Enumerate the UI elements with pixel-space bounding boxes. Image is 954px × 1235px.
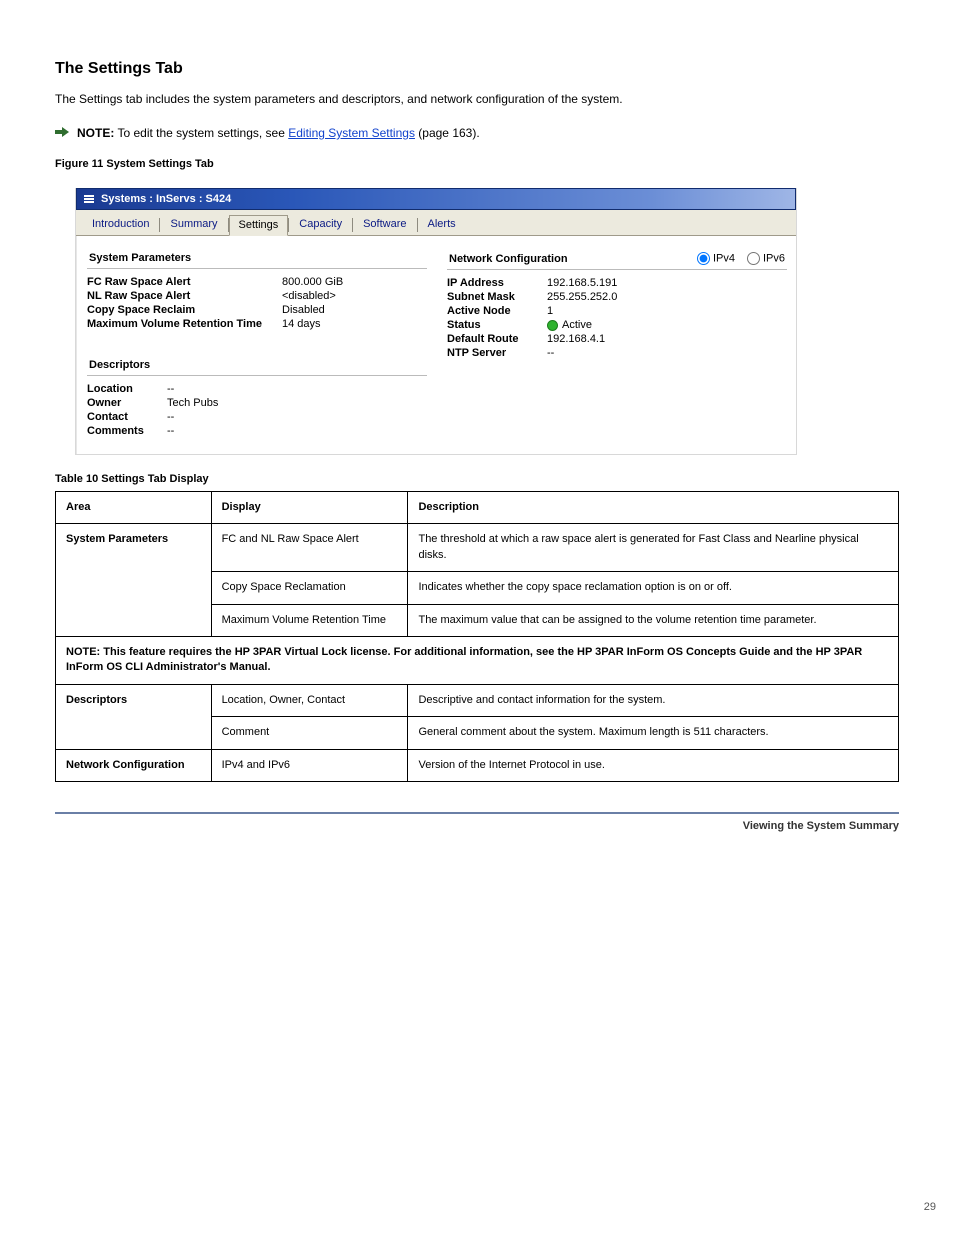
net-value: -- <box>547 347 554 359</box>
radio-ipv4-label: IPv4 <box>713 252 735 264</box>
sysparam-value: <disabled> <box>282 290 336 302</box>
descriptor-label: Comments <box>87 425 167 437</box>
descriptor-label: Contact <box>87 411 167 423</box>
note-text-pre: To edit the system settings, see <box>117 126 288 140</box>
tab-alerts[interactable]: Alerts <box>418 214 466 235</box>
arrow-right-icon <box>55 125 69 139</box>
net-value: 192.168.4.1 <box>547 333 605 345</box>
descriptor-label: Location <box>87 383 167 395</box>
descriptor-value: -- <box>167 425 174 437</box>
tab-capacity[interactable]: Capacity <box>289 214 352 235</box>
table-area: System Parameters <box>56 524 212 637</box>
note-line: NOTE: To edit the system settings, see E… <box>55 124 899 142</box>
table-display: IPv4 and IPv6 <box>211 749 408 781</box>
page-number: 29 <box>924 1201 936 1213</box>
net-label: IP Address <box>447 277 547 289</box>
net-value: 192.168.5.191 <box>547 277 617 289</box>
net-label: Status <box>447 319 547 331</box>
menu-icon <box>83 193 95 205</box>
sysparam-value: Disabled <box>282 304 325 316</box>
table-display: Copy Space Reclamation <box>211 572 408 604</box>
th-description: Description <box>408 492 899 524</box>
settings-panel: Systems : InServs : S424 IntroductionSum… <box>75 188 797 455</box>
intro-text: The Settings tab includes the system par… <box>55 90 899 108</box>
table-caption: Table 10 Settings Tab Display <box>55 473 899 485</box>
panel-title: Systems : InServs : S424 <box>101 193 231 205</box>
net-label: Default Route <box>447 333 547 345</box>
descriptor-value: Tech Pubs <box>167 397 218 409</box>
table-display: Location, Owner, Contact <box>211 684 408 716</box>
net-value: Active <box>547 319 592 331</box>
tabs-bar: IntroductionSummarySettingsCapacitySoftw… <box>76 210 796 236</box>
descriptor-value: -- <box>167 411 174 423</box>
net-value: 255.255.252.0 <box>547 291 617 303</box>
sysparam-value: 800.000 GiB <box>282 276 343 288</box>
status-dot-icon <box>547 320 558 331</box>
table-desc: Descriptive and contact information for … <box>408 684 899 716</box>
section-heading: The Settings Tab <box>55 60 899 78</box>
net-value: 1 <box>547 305 553 317</box>
sysparam-label: Copy Space Reclaim <box>87 304 282 316</box>
table-area: Descriptors <box>56 684 212 749</box>
table-desc: Version of the Internet Protocol in use. <box>408 749 899 781</box>
table-display: Comment <box>211 717 408 749</box>
table-desc: Indicates whether the copy space reclama… <box>408 572 899 604</box>
table-area: Network Configuration <box>56 749 212 781</box>
net-label: Subnet Mask <box>447 291 547 303</box>
table-display: FC and NL Raw Space Alert <box>211 524 408 572</box>
net-label: NTP Server <box>447 347 547 359</box>
radio-ipv6[interactable]: IPv6 <box>747 252 785 265</box>
sysparam-label: FC Raw Space Alert <box>87 276 282 288</box>
note-link[interactable]: Editing System Settings <box>288 126 415 140</box>
footer-text: Viewing the System Summary <box>55 820 899 832</box>
table-note: NOTE: This feature requires the HP 3PAR … <box>56 636 899 684</box>
panel-titlebar: Systems : InServs : S424 <box>76 188 796 210</box>
descriptor-label: Owner <box>87 397 167 409</box>
radio-ipv4[interactable]: IPv4 <box>697 252 735 265</box>
tab-settings[interactable]: Settings <box>229 215 289 236</box>
sys-params-heading: System Parameters <box>87 248 427 269</box>
tab-introduction[interactable]: Introduction <box>82 214 159 235</box>
th-area: Area <box>56 492 212 524</box>
table-desc: The threshold at which a raw space alert… <box>408 524 899 572</box>
sysparam-label: NL Raw Space Alert <box>87 290 282 302</box>
settings-description-table: Area Display Description System Paramete… <box>55 491 899 782</box>
descriptors-heading: Descriptors <box>87 355 427 376</box>
ip-version-radios: IPv4 IPv6 <box>697 252 785 265</box>
table-desc: General comment about the system. Maximu… <box>408 717 899 749</box>
table-desc: The maximum value that can be assigned t… <box>408 604 899 636</box>
descriptor-value: -- <box>167 383 174 395</box>
sysparam-value: 14 days <box>282 318 321 330</box>
sysparam-label: Maximum Volume Retention Time <box>87 318 282 330</box>
tab-software[interactable]: Software <box>353 214 416 235</box>
table-display: Maximum Volume Retention Time <box>211 604 408 636</box>
tab-summary[interactable]: Summary <box>160 214 227 235</box>
radio-ipv6-label: IPv6 <box>763 252 785 264</box>
netcfg-heading: Network Configuration <box>449 253 568 265</box>
net-label: Active Node <box>447 305 547 317</box>
figure-caption: Figure 11 System Settings Tab <box>55 158 899 170</box>
th-display: Display <box>211 492 408 524</box>
note-text-post: (page 163). <box>415 126 480 140</box>
note-label: NOTE: <box>77 126 114 140</box>
footer-rule <box>55 812 899 814</box>
